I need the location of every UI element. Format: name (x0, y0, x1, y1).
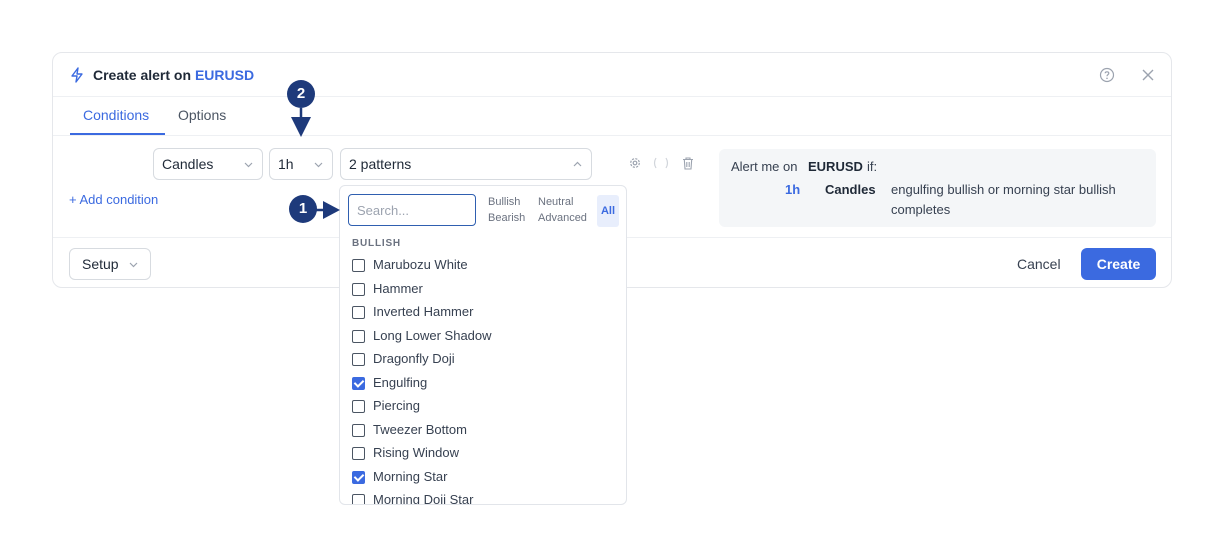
option-label: Hammer (373, 280, 423, 296)
summary-prefix: Alert me on (731, 159, 798, 174)
annotation-arrow-2 (291, 108, 311, 137)
summary-description: engulfing bullish or morning star bullis… (891, 182, 1116, 217)
dialog-title: Create alert on EURUSD (93, 67, 255, 83)
option-label: Morning Doji Star (373, 492, 474, 505)
setup-button-label: Setup (82, 256, 119, 272)
chevron-up-icon (573, 161, 582, 167)
option-checkbox[interactable] (352, 470, 365, 484)
summary-timeframe: 1h (785, 182, 801, 197)
option-checkbox[interactable] (352, 494, 365, 504)
summary-source: Candles (825, 182, 876, 197)
option-checkbox[interactable] (352, 447, 365, 460)
alert-summary: Alert me on EURUSD if: 1h Candles engulf… (719, 149, 1156, 227)
option-checkbox[interactable] (352, 400, 365, 413)
setup-button[interactable]: Setup (69, 248, 151, 280)
option-label: Tweezer Bottom (373, 421, 467, 437)
pattern-option[interactable]: Piercing (352, 396, 612, 418)
option-label: Engulfing (373, 374, 428, 390)
add-condition-link[interactable]: + Add condition (69, 192, 158, 207)
option-label: Long Lower Shadow (373, 327, 492, 343)
patterns-select-value: 2 patterns (349, 156, 412, 172)
tab-bar: Conditions Options (53, 97, 1171, 136)
tab-conditions[interactable]: Conditions (83, 107, 149, 123)
patterns-select[interactable]: 2 patterns (340, 148, 592, 180)
chevron-down-icon (129, 262, 138, 268)
group-header-bullish: BULLISH (352, 238, 401, 249)
trash-icon[interactable] (681, 156, 695, 170)
annotation-arrow-1 (316, 201, 340, 219)
option-label: Inverted Hammer (373, 304, 474, 319)
pattern-option[interactable]: Dragonfly Doji (352, 349, 612, 371)
pattern-option[interactable]: Long Lower Shadow (352, 326, 612, 348)
source-select[interactable]: Candles (153, 148, 263, 180)
pattern-option[interactable]: Morning Star (352, 467, 612, 489)
chevron-down-icon (244, 162, 253, 168)
help-circle-icon[interactable] (1099, 67, 1115, 83)
option-label: Morning Star (373, 468, 448, 484)
option-label: Marubozu White (373, 257, 468, 272)
option-checkbox[interactable] (352, 329, 365, 343)
annotation-badge-1: 1 (289, 195, 317, 223)
option-label: Dragonfly Doji (373, 351, 455, 366)
active-tab-indicator (70, 133, 165, 135)
option-checkbox[interactable] (352, 423, 365, 437)
brackets-icon[interactable] (652, 156, 670, 170)
tab-options[interactable]: Options (178, 107, 226, 123)
pattern-option[interactable]: Hammer (352, 279, 612, 301)
pattern-option[interactable]: Rising Window (352, 443, 612, 465)
filter-all[interactable]: All (597, 195, 619, 227)
dialog-header: Create alert on EURUSD (53, 53, 1171, 97)
filter-bullish[interactable]: Bullish (488, 194, 525, 210)
summary-suffix: if: (867, 159, 878, 174)
option-label: Piercing (373, 398, 420, 413)
gear-icon[interactable] (628, 156, 642, 170)
timeframe-select-value: 1h (278, 156, 294, 172)
filter-neutral[interactable]: Neutral (538, 194, 587, 210)
option-checkbox[interactable] (352, 306, 365, 319)
close-icon[interactable] (1141, 68, 1155, 82)
option-checkbox[interactable] (352, 376, 365, 390)
filter-group-bullish-bearish: Bullish Bearish (488, 194, 525, 226)
cancel-button[interactable]: Cancel (1017, 256, 1061, 272)
bolt-icon (71, 67, 83, 83)
chevron-down-icon (314, 162, 323, 168)
source-select-value: Candles (162, 156, 214, 172)
option-label: Rising Window (373, 445, 459, 460)
filter-bearish[interactable]: Bearish (488, 210, 525, 226)
create-button[interactable]: Create (1081, 248, 1156, 280)
patterns-dropdown: Search... Bullish Bearish Neutral Advanc… (339, 185, 627, 505)
timeframe-select[interactable]: 1h (269, 148, 333, 180)
pattern-option[interactable]: Engulfing (352, 373, 612, 395)
pattern-option[interactable]: Tweezer Bottom (352, 420, 612, 442)
pattern-option[interactable]: Morning Doji Star (352, 490, 612, 505)
filter-group-neutral-advanced: Neutral Advanced (538, 194, 587, 226)
pattern-option[interactable]: Marubozu White (352, 255, 612, 277)
option-checkbox[interactable] (352, 259, 365, 272)
option-checkbox[interactable] (352, 353, 365, 366)
search-input[interactable]: Search... (348, 194, 476, 226)
pattern-option[interactable]: Inverted Hammer (352, 302, 612, 324)
summary-symbol: EURUSD (808, 159, 863, 174)
annotation-badge-2: 2 (287, 80, 315, 108)
option-checkbox[interactable] (352, 282, 365, 296)
filter-advanced[interactable]: Advanced (538, 210, 587, 226)
